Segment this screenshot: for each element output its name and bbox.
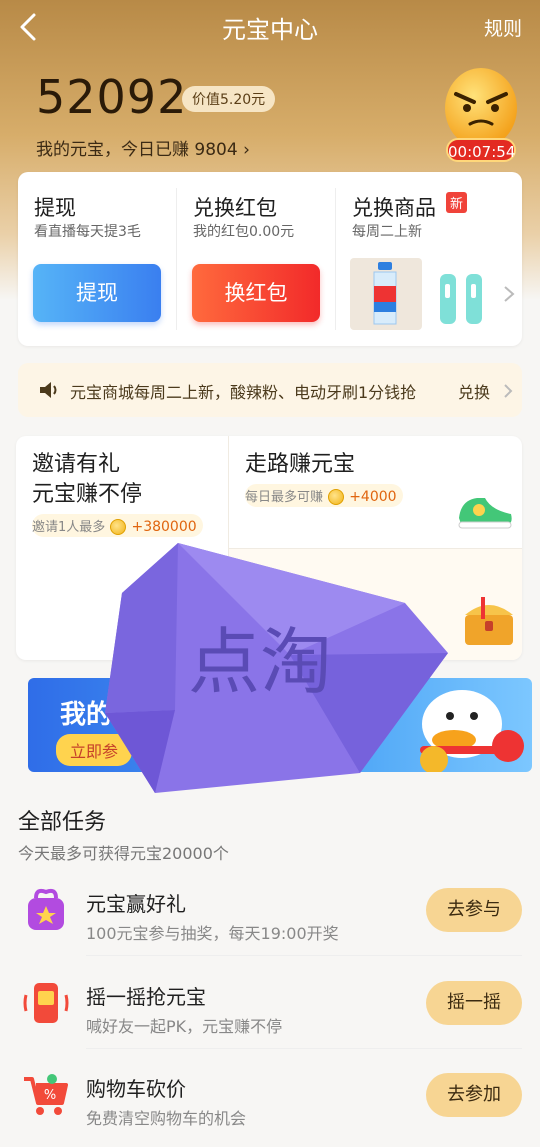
task-row[interactable]: 摇一摇抢元宝 喊好友一起PK，元宝赚不停 摇一摇 bbox=[18, 965, 522, 1055]
actions-card: 提现 看直播每天提3毛 提现 兑换红包 我的红包0.00元 换红包 兑换商品 新… bbox=[18, 172, 522, 346]
value-badge: 价值5.20元 bbox=[182, 86, 276, 112]
task-row[interactable]: % 购物车砍价 免费清空购物车的机会 去参加 bbox=[18, 1057, 522, 1147]
new-badge: 新 bbox=[446, 192, 468, 213]
treasure-chest-icon bbox=[465, 597, 513, 645]
chevron-right-icon[interactable] bbox=[502, 284, 516, 304]
earned-today-link[interactable]: 我的元宝，今日已赚 9804 › bbox=[36, 135, 250, 160]
rules-link[interactable]: 规则 bbox=[484, 14, 522, 41]
coin-icon bbox=[110, 518, 127, 535]
walk-note: 每日最多可赚 bbox=[245, 490, 324, 505]
shopping-cart-icon: % bbox=[24, 1074, 68, 1115]
withdraw-button[interactable]: 提现 bbox=[33, 264, 161, 322]
watermark-text: 点淘 bbox=[188, 620, 332, 704]
withdraw-section: 提现 看直播每天提3毛 提现 bbox=[18, 172, 176, 346]
task-row[interactable]: 元宝赢好礼 100元宝参与抽奖，每天19:00开奖 去参与 bbox=[18, 872, 522, 962]
tasks-section-title: 全部任务 bbox=[18, 810, 107, 835]
page-title: 元宝中心 bbox=[222, 16, 318, 44]
divider bbox=[86, 1048, 522, 1049]
toothbrush-product-icon[interactable] bbox=[434, 264, 490, 328]
shake-phone-icon bbox=[23, 983, 69, 1023]
task-name: 元宝赢好礼 bbox=[86, 892, 186, 916]
chevron-right-icon: › bbox=[237, 140, 250, 160]
task-join-button[interactable]: 去参加 bbox=[426, 1073, 522, 1117]
exchange-goods-title: 兑换商品 bbox=[352, 196, 436, 220]
invite-note: 邀请1人最多 bbox=[32, 520, 106, 535]
invite-title-line1: 邀请有礼 bbox=[32, 452, 121, 477]
invite-reward-row: 邀请1人最多 +380000 bbox=[32, 514, 203, 537]
walk-reward-row: 每日最多可赚 +4000 bbox=[245, 484, 403, 507]
gift-bag-icon bbox=[28, 888, 64, 930]
task-name: 购物车砍价 bbox=[86, 1077, 186, 1101]
task-desc: 免费清空购物车的机会 bbox=[86, 1109, 247, 1128]
sneaker-icon bbox=[458, 498, 512, 529]
coin-icon bbox=[328, 488, 345, 505]
svg-text:%: % bbox=[44, 1088, 56, 1103]
task-shake-button[interactable]: 摇一摇 bbox=[426, 981, 522, 1025]
countdown-timer: 00:07:54 bbox=[446, 138, 516, 162]
task-name: 摇一摇抢元宝 bbox=[86, 985, 206, 1009]
ingot-balance: 52092 bbox=[36, 70, 188, 124]
withdraw-subtitle: 看直播每天提3毛 bbox=[34, 224, 141, 240]
invite-reward: +380000 bbox=[131, 519, 197, 535]
task-join-button[interactable]: 去参与 bbox=[426, 888, 522, 932]
task-desc: 喊好友一起PK，元宝赚不停 bbox=[86, 1017, 283, 1036]
diantao-watermark-logo: 点淘 bbox=[105, 543, 448, 793]
exchange-goods-subtitle: 每周二上新 bbox=[352, 224, 422, 240]
exchange-redpacket-button[interactable]: 换红包 bbox=[192, 264, 320, 322]
divider bbox=[86, 955, 522, 956]
redpacket-title: 兑换红包 bbox=[193, 196, 277, 220]
speaker-icon bbox=[40, 382, 57, 398]
earned-today-text: 我的元宝，今日已赚 9804 bbox=[36, 140, 238, 160]
walk-title: 走路赚元宝 bbox=[245, 452, 356, 477]
invite-title-line2: 元宝赚不停 bbox=[32, 482, 143, 507]
tasks-section-subtitle: 今天最多可获得元宝20000个 bbox=[18, 844, 229, 863]
top-bar: 元宝中心 规则 bbox=[0, 0, 540, 52]
notice-text: 元宝商城每周二上新，酸辣粉、电动牙刷1分钱抢 bbox=[70, 383, 417, 402]
task-desc: 100元宝参与抽奖，每天19:00开奖 bbox=[86, 924, 339, 943]
redpacket-subtitle: 我的红包0.00元 bbox=[193, 224, 295, 240]
redpacket-section: 兑换红包 我的红包0.00元 换红包 bbox=[177, 172, 335, 346]
walk-promo[interactable]: 走路赚元宝 每日最多可赚 +4000 bbox=[229, 436, 522, 548]
withdraw-title: 提现 bbox=[34, 196, 76, 220]
chevron-right-icon bbox=[504, 384, 513, 398]
notice-exchange-link[interactable]: 兑换 bbox=[458, 379, 490, 403]
exchange-goods-section[interactable]: 兑换商品 新 每周二上新 bbox=[336, 172, 522, 346]
walk-reward: +4000 bbox=[349, 489, 397, 505]
notice-bar[interactable]: 元宝商城每周二上新，酸辣粉、电动牙刷1分钱抢 兑换 bbox=[18, 363, 522, 417]
water-bottle-product-icon[interactable] bbox=[350, 258, 422, 330]
